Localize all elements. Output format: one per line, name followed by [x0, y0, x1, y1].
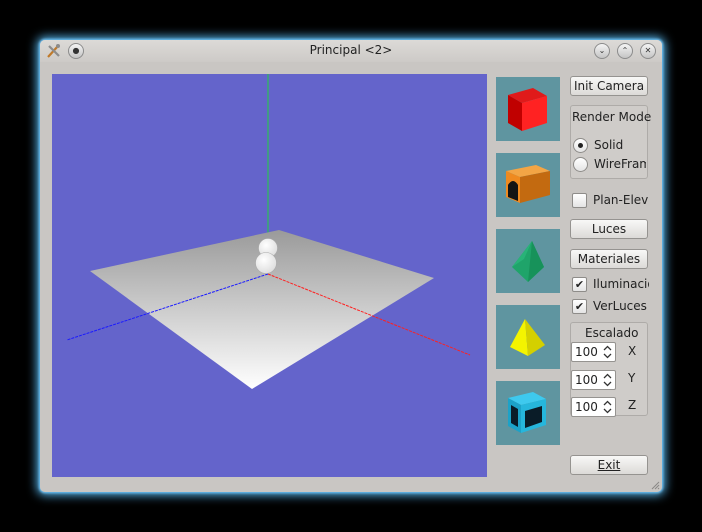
maximize-icon[interactable]: ⌃	[617, 43, 633, 59]
spin-arrows-icon[interactable]	[602, 344, 613, 360]
resize-grip-icon[interactable]	[650, 480, 660, 490]
title-bar[interactable]: ● Principal <2> ⌄ ⌃ ✕	[40, 40, 662, 62]
radio-wireframe-label[interactable]: WireFrame	[594, 157, 646, 171]
init-camera-button[interactable]: Init Camera	[570, 76, 648, 96]
scale-x-spinbox[interactable]: 100	[571, 342, 616, 362]
scale-y-spinbox[interactable]: 100	[571, 370, 616, 390]
scale-x-axis-label: X	[628, 344, 637, 358]
shape-yellow-pyramid[interactable]	[496, 305, 560, 369]
window-title: Principal <2>	[309, 43, 393, 57]
render-mode-title: Render Mode	[572, 110, 652, 124]
spin-arrows-icon[interactable]	[602, 399, 613, 415]
scale-y-value: 100	[575, 373, 598, 387]
shape-cyan-hollow-cube[interactable]	[496, 381, 560, 445]
shape-red-cube[interactable]	[496, 77, 560, 141]
render-mode-group: Render Mode Solid WireFrame	[570, 105, 652, 179]
luces-button[interactable]: Luces	[570, 219, 648, 239]
iluminacion-label[interactable]: Iluminacio	[593, 277, 649, 291]
escalado-title: Escalado	[585, 326, 639, 340]
shape-green-polyhedron[interactable]	[496, 229, 560, 293]
radio-solid-label[interactable]: Solid	[594, 138, 623, 152]
plan-elev-label[interactable]: Plan-Elev	[593, 193, 648, 207]
light-sphere-bottom	[255, 252, 277, 274]
minimize-icon[interactable]: ⌄	[594, 43, 610, 59]
spin-arrows-icon[interactable]	[602, 372, 613, 388]
scale-z-spinbox[interactable]: 100	[571, 397, 616, 417]
exit-button[interactable]: Exit	[570, 455, 648, 475]
radio-solid[interactable]	[573, 138, 588, 153]
scale-y-axis-label: Y	[628, 371, 636, 385]
3d-viewport[interactable]	[52, 74, 487, 477]
scale-z-axis-label: Z	[628, 398, 637, 412]
materiales-button[interactable]: Materiales	[570, 249, 648, 269]
verluces-checkbox[interactable]: ✔	[572, 299, 587, 314]
radio-wireframe[interactable]	[573, 157, 588, 172]
verluces-label[interactable]: VerLuces	[593, 299, 647, 313]
close-icon[interactable]: ✕	[640, 43, 656, 59]
scale-x-value: 100	[575, 345, 598, 359]
iluminacion-checkbox[interactable]: ✔	[572, 277, 587, 292]
plan-elev-checkbox[interactable]	[572, 193, 587, 208]
main-window: ● Principal <2> ⌄ ⌃ ✕ Init Camera Render…	[40, 40, 662, 492]
scale-z-value: 100	[575, 400, 598, 414]
shape-orange-arch[interactable]	[496, 153, 560, 217]
